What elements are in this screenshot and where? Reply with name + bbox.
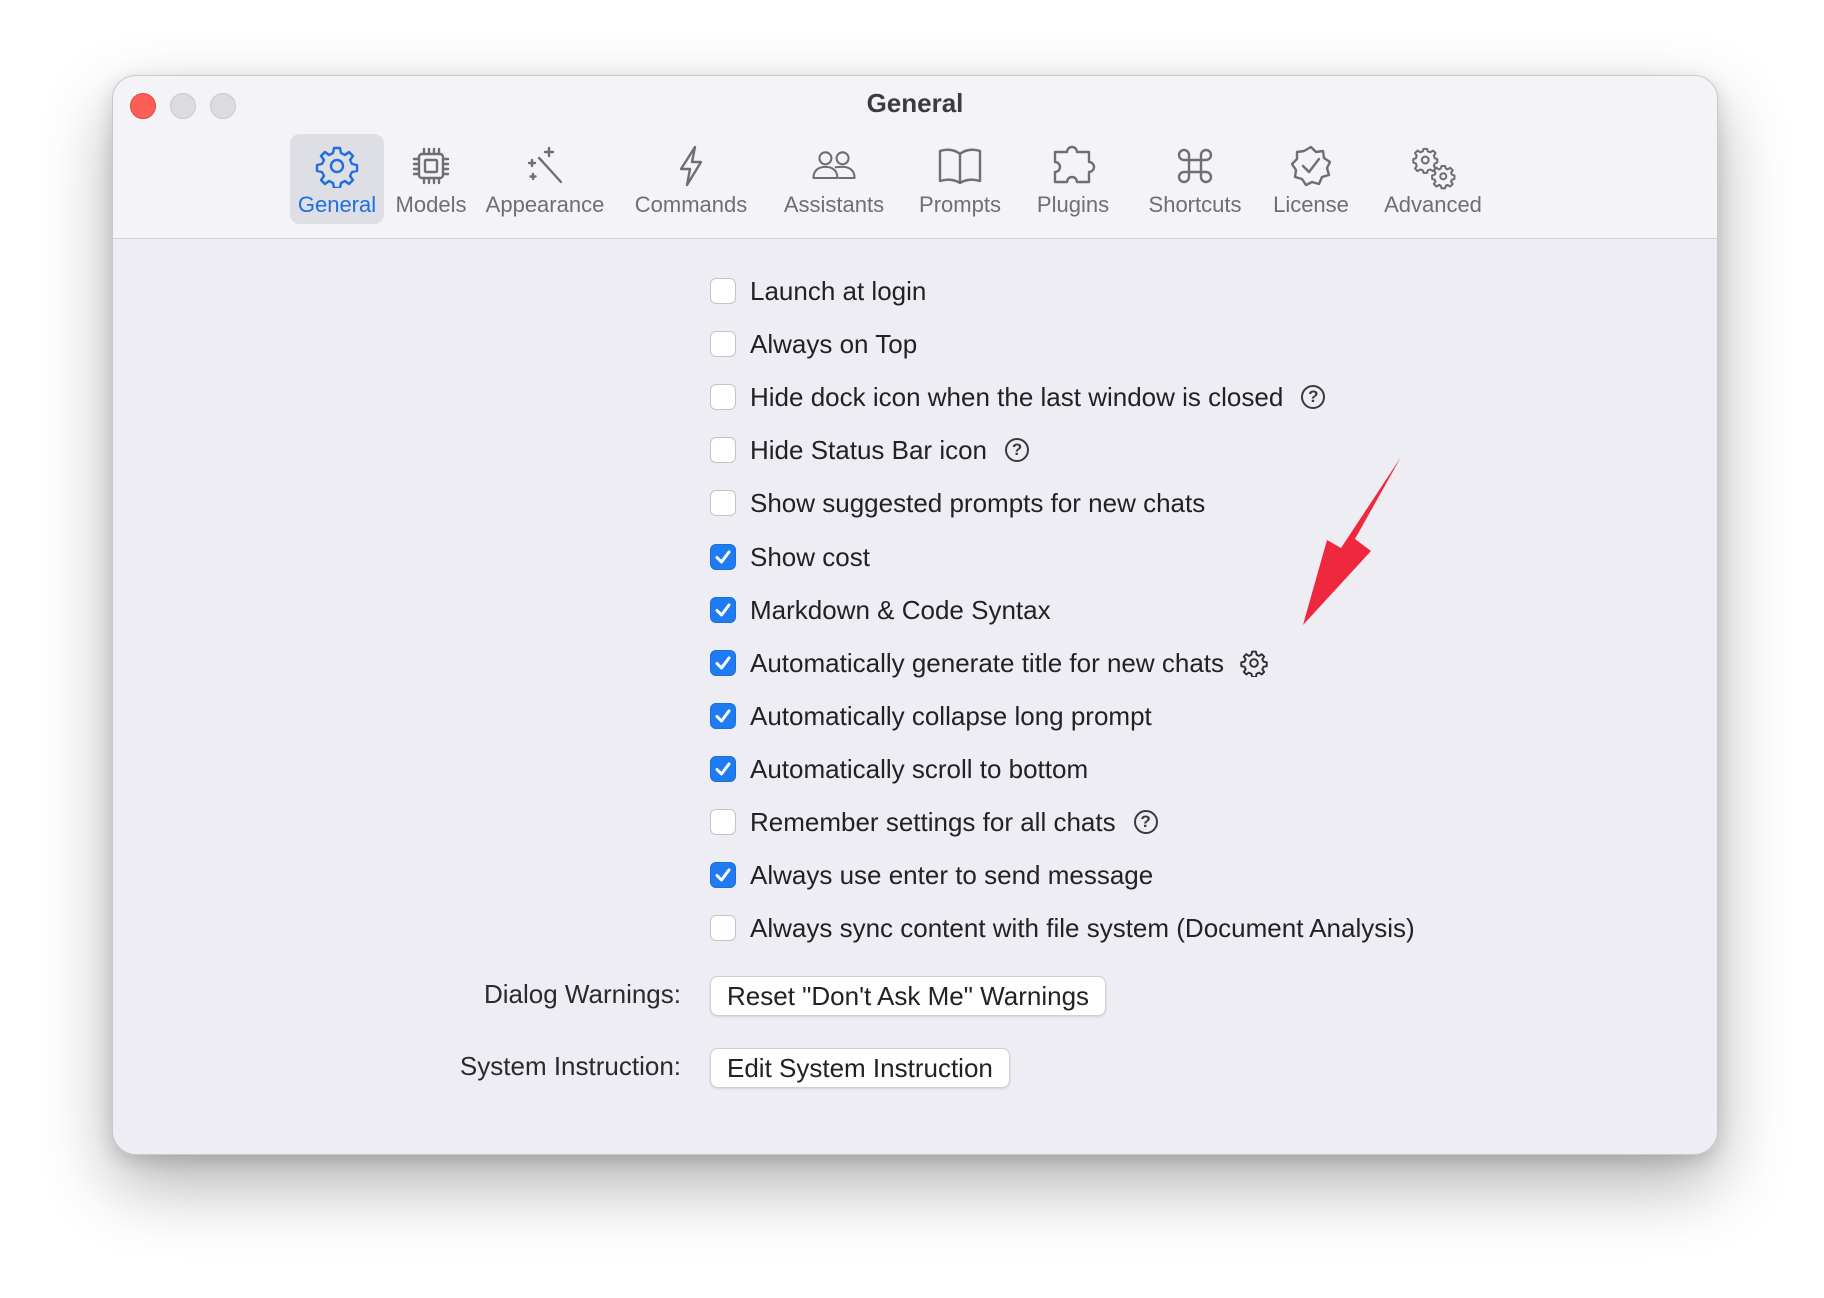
tab-assistants[interactable]: Assistants: [766, 134, 902, 224]
tab-label: Plugins: [1036, 192, 1110, 217]
option-auto-generate-title: Automatically generate title for new cha…: [710, 645, 1268, 681]
magic-wand-icon: [521, 142, 569, 190]
option-remember-settings: Remember settings for all chats ?: [710, 804, 1158, 840]
option-hide-status-bar-icon: Hide Status Bar icon ?: [710, 432, 1030, 468]
tab-general[interactable]: General: [290, 134, 384, 224]
tab-advanced[interactable]: Advanced: [1371, 134, 1495, 224]
help-icon[interactable]: ?: [1301, 385, 1326, 409]
window-title: General: [866, 88, 964, 118]
command-key-icon: [1171, 142, 1219, 190]
edit-system-instruction-button[interactable]: Edit System Instruction: [710, 1048, 1010, 1088]
tab-models[interactable]: Models: [391, 134, 471, 224]
show-suggested-prompts-checkbox[interactable]: [710, 490, 736, 516]
tab-prompts[interactable]: Prompts: [908, 134, 1012, 224]
hide-dock-icon-checkbox[interactable]: [710, 384, 736, 410]
tab-label: Models: [395, 192, 467, 217]
tab-label: License: [1273, 192, 1349, 217]
option-label: Always use enter to send message: [750, 859, 1154, 890]
show-cost-checkbox[interactable]: [710, 544, 736, 570]
enter-to-send-checkbox[interactable]: [710, 862, 736, 888]
auto-generate-title-checkbox[interactable]: [710, 650, 736, 676]
tab-label: Appearance: [485, 192, 605, 217]
help-icon[interactable]: ?: [1133, 810, 1158, 834]
option-auto-scroll-bottom: Automatically scroll to bottom: [710, 751, 1088, 787]
sync-file-system-checkbox[interactable]: [710, 915, 736, 941]
option-label: Automatically scroll to bottom: [750, 753, 1089, 784]
option-label: Launch at login: [750, 275, 927, 306]
auto-collapse-prompt-checkbox[interactable]: [710, 703, 736, 729]
option-label: Markdown & Code Syntax: [750, 594, 1051, 625]
tab-shortcuts[interactable]: Shortcuts: [1135, 134, 1255, 224]
tab-label: Prompts: [919, 192, 1001, 217]
gear-icon[interactable]: [1240, 649, 1268, 677]
option-auto-collapse-prompt: Automatically collapse long prompt: [710, 698, 1152, 734]
help-icon[interactable]: ?: [1005, 438, 1030, 462]
preferences-toolbar: General Models Appearance Commands Assis…: [113, 134, 1717, 226]
option-label: Always on Top: [750, 328, 918, 359]
tab-appearance[interactable]: Appearance: [475, 134, 615, 224]
option-label: Automatically generate title for new cha…: [750, 647, 1225, 678]
tab-commands[interactable]: Commands: [623, 134, 759, 224]
option-label: Always sync content with file system (Do…: [750, 912, 1415, 943]
hide-status-bar-icon-checkbox[interactable]: [710, 437, 736, 463]
remember-settings-checkbox[interactable]: [710, 809, 736, 835]
settings-window: General General Models Appearance Comman…: [112, 75, 1718, 1155]
red-arrow-icon: [1303, 457, 1401, 625]
option-label: Show suggested prompts for new chats: [750, 487, 1206, 518]
option-always-on-top: Always on Top: [710, 326, 917, 362]
option-show-cost: Show cost: [710, 539, 870, 575]
option-label: Remember settings for all chats: [750, 806, 1116, 837]
gears-icon: [1409, 142, 1457, 190]
bolt-icon: [667, 142, 715, 190]
auto-scroll-bottom-checkbox[interactable]: [710, 756, 736, 782]
tab-plugins[interactable]: Plugins: [1023, 134, 1123, 224]
option-show-suggested-prompts: Show suggested prompts for new chats: [710, 485, 1205, 521]
option-label: Hide Status Bar icon: [750, 434, 988, 465]
puzzle-icon: [1049, 142, 1097, 190]
tab-license[interactable]: License: [1263, 134, 1359, 224]
tab-label: General: [297, 192, 377, 217]
option-enter-to-send: Always use enter to send message: [710, 857, 1153, 893]
markdown-code-syntax-checkbox[interactable]: [710, 597, 736, 623]
title-bar: General General Models Appearance Comman…: [113, 76, 1717, 239]
option-label: Automatically collapse long prompt: [750, 700, 1152, 731]
always-on-top-checkbox[interactable]: [710, 331, 736, 357]
tab-label: Advanced: [1384, 192, 1482, 217]
reset-warnings-button[interactable]: Reset "Don't Ask Me" Warnings: [710, 976, 1107, 1016]
chip-icon: [407, 142, 455, 190]
people-icon: [810, 142, 858, 190]
book-icon: [936, 142, 984, 190]
option-label: Hide dock icon when the last window is c…: [750, 381, 1284, 412]
launch-at-login-checkbox[interactable]: [710, 278, 736, 304]
tab-label: Shortcuts: [1148, 192, 1242, 217]
option-hide-dock-icon: Hide dock icon when the last window is c…: [710, 379, 1326, 415]
system-instruction-label: System Instruction:: [459, 1051, 681, 1081]
option-markdown-code-syntax: Markdown & Code Syntax: [710, 592, 1051, 628]
tab-label: Commands: [634, 192, 748, 217]
option-launch-at-login: Launch at login: [710, 273, 926, 309]
general-settings-panel: Launch at login Always on Top Hide dock …: [113, 239, 1717, 1154]
tab-label: Assistants: [783, 192, 885, 217]
gear-icon: [313, 142, 361, 190]
option-sync-file-system: Always sync content with file system (Do…: [710, 910, 1415, 946]
dialog-warnings-label: Dialog Warnings:: [483, 979, 681, 1009]
option-label: Show cost: [750, 541, 870, 572]
checkmark-seal-icon: [1287, 142, 1335, 190]
